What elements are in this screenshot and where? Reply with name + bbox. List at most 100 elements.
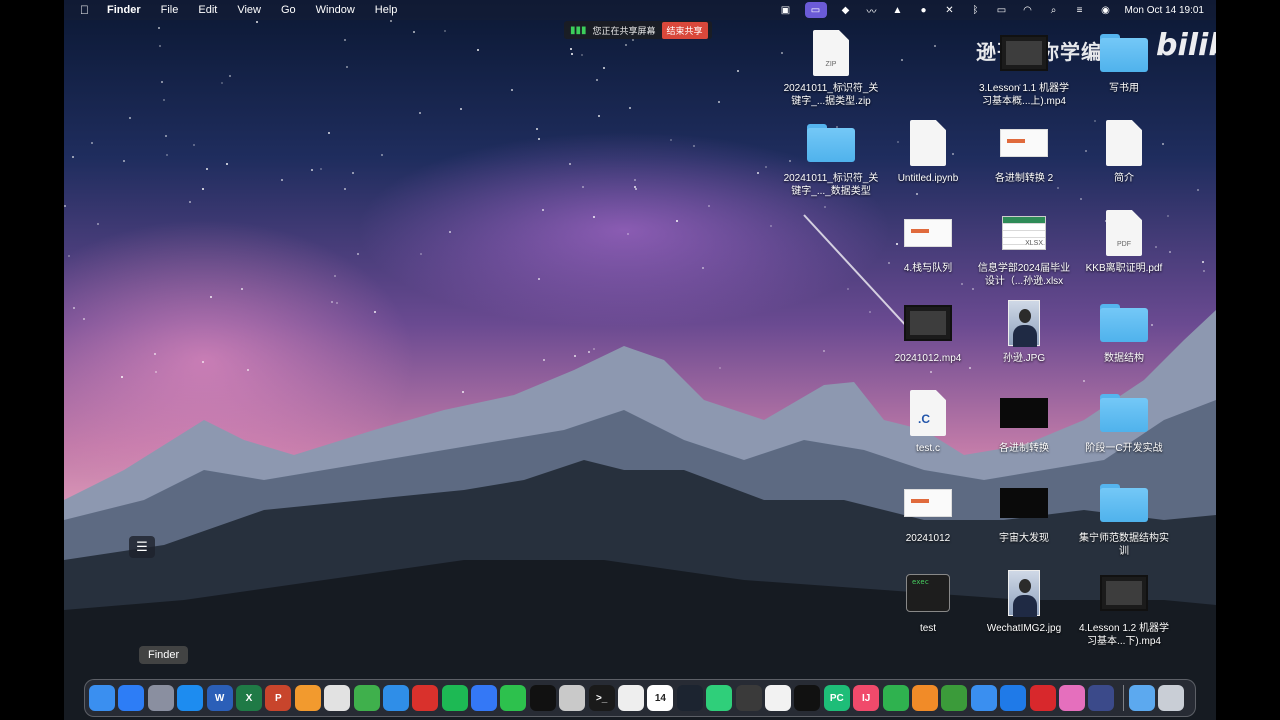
pages-icon[interactable] (294, 685, 321, 711)
evernote-icon[interactable] (735, 685, 762, 711)
intellij-icon[interactable]: IJ (853, 685, 880, 711)
docker-icon[interactable] (1088, 685, 1115, 711)
app-store-icon[interactable] (118, 685, 145, 711)
calendar-icon[interactable]: 14 (647, 685, 674, 711)
feishu-icon[interactable] (471, 685, 498, 711)
menu-help[interactable]: Help (375, 4, 398, 16)
desktop-icon[interactable]: 孙逊.JPG (976, 298, 1072, 365)
wechat-icon[interactable] (500, 685, 527, 711)
desktop-icon[interactable]: ZIP 20241011_标识符_关键字_...据类型.zip (783, 28, 879, 108)
desktop-icon-label: 3.Lesson 1.1 机器学习基本概...上).mp4 (978, 83, 1070, 107)
desktop-icon[interactable]: 集宁师范数据结构实训 (1076, 478, 1172, 558)
video-file-icon (1100, 575, 1148, 611)
desktop-icon[interactable]: 20241011_标识符_关键字_..._数据类型 (783, 118, 879, 198)
screen-time-icon[interactable] (676, 685, 703, 711)
icon-thumbnail (898, 118, 958, 168)
desktop-icon[interactable]: 20241012 (880, 478, 976, 545)
desktop-icon[interactable]: 数据结构 (1076, 298, 1172, 365)
acrobat-icon[interactable] (1029, 685, 1056, 711)
excel-icon[interactable]: X (235, 685, 262, 711)
wave-icon[interactable]: 〰 (865, 4, 879, 18)
desktop-icon[interactable]: 4.栈与队列 (880, 208, 976, 275)
capcut-menu-icon[interactable]: ▲ (891, 4, 905, 16)
anaconda-icon[interactable] (941, 685, 968, 711)
screen-sharing-banner: ▮▮▮ 您正在共享屏幕 结束共享 (564, 21, 712, 39)
battery-icon[interactable]: ▭ (995, 4, 1009, 16)
paperclip-icon[interactable] (764, 685, 791, 711)
siri-icon[interactable]: ◉ (1099, 4, 1113, 16)
menu-view[interactable]: View (237, 4, 261, 16)
netease-music-icon[interactable] (412, 685, 439, 711)
numbers-icon[interactable] (353, 685, 380, 711)
keynote-file-icon (904, 219, 952, 247)
spotify-icon[interactable] (441, 685, 468, 711)
utility-icon[interactable] (559, 685, 586, 711)
recording-icon[interactable] (882, 685, 909, 711)
desktop-icon-label: 信息学部2024届毕业设计（...孙逊.xlsx (977, 263, 1071, 287)
desktop-icon-label: 集宁师范数据结构实训 (1079, 533, 1169, 557)
terminal-icon[interactable]: >_ (588, 685, 615, 711)
desktop-icon[interactable]: XLSX 信息学部2024届毕业设计（...孙逊.xlsx (976, 208, 1072, 288)
menu-go[interactable]: Go (281, 4, 296, 16)
icon-thumbnail: exec (898, 568, 958, 618)
safari-icon[interactable] (177, 685, 204, 711)
folder-icon (807, 124, 855, 162)
icon-thumbnail (1094, 388, 1154, 438)
letterbox-right (1216, 0, 1280, 720)
keynote-icon[interactable] (382, 685, 409, 711)
cat-icon[interactable]: ◆ (839, 4, 853, 16)
icon-thumbnail (994, 478, 1054, 528)
downloads-icon[interactable] (1128, 685, 1155, 711)
mute-icon[interactable]: ✕ (943, 4, 957, 16)
control-center-icon[interactable]: ≡ (1073, 4, 1087, 16)
desktop-icon[interactable]: 各进制转换 2 (976, 118, 1072, 185)
capcut-icon[interactable] (794, 685, 821, 711)
spotlight-search-icon[interactable]: ⌕ (1047, 4, 1061, 16)
finder-icon[interactable] (89, 685, 115, 711)
xmind-icon[interactable] (706, 685, 733, 711)
trash-icon[interactable] (1158, 685, 1185, 711)
cleaner-icon[interactable] (1058, 685, 1085, 711)
desktop-icon[interactable]: 20241012.mp4 (880, 298, 976, 365)
desktop-icon-label: 写书用 (1109, 83, 1139, 94)
pycharm-icon[interactable]: PC (823, 685, 850, 711)
launchpad-icon[interactable] (147, 685, 174, 711)
desktop-icon[interactable]: 4.Lesson 1.2 机器学习基本...下).mp4 (1076, 568, 1172, 648)
dock-separator (1122, 685, 1124, 711)
menu-clock[interactable]: Mon Oct 14 19:01 (1125, 5, 1205, 16)
powerpoint-icon[interactable]: P (265, 685, 292, 711)
desktop-icon[interactable]: exec test (880, 568, 976, 635)
wifi-icon[interactable]: ◠ (1021, 4, 1035, 16)
notes-app-icon[interactable] (1000, 685, 1027, 711)
list-toggle-icon[interactable]: ☰ (129, 536, 155, 558)
desktop-icon[interactable]: PDF KKB离职证明.pdf (1076, 208, 1172, 275)
desktop-icon[interactable]: WechatIMG2.jpg (976, 568, 1072, 635)
menu-window[interactable]: Window (316, 4, 355, 16)
screen-share-icon[interactable]: ▭ (804, 2, 827, 18)
desktop-icon[interactable]: .C test.c (880, 388, 976, 455)
menu-edit[interactable]: Edit (198, 4, 217, 16)
c-file-icon: .C (910, 390, 946, 436)
desktop-icon[interactable]: 简介 (1076, 118, 1172, 185)
menu-file[interactable]: File (161, 4, 179, 16)
desktop-icon[interactable]: Untitled.ipynb (880, 118, 976, 185)
screen-record-icon[interactable]: ▣ (779, 4, 793, 16)
apple-menu-icon[interactable]:  (80, 3, 89, 17)
sublime-icon[interactable] (911, 685, 938, 711)
stop-sharing-button[interactable]: 结束共享 (661, 21, 708, 39)
menu-app-name[interactable]: Finder (107, 4, 141, 16)
notification-icon[interactable]: ● (917, 4, 931, 16)
desktop-icon[interactable]: 3.Lesson 1.1 机器学习基本概...上).mp4 (976, 28, 1072, 108)
dark-thumbnail-icon (1000, 488, 1048, 518)
swift-icon[interactable] (970, 685, 997, 711)
desktop-icon[interactable]: 阶段一C开发实战 (1076, 388, 1172, 455)
desktop-icon[interactable]: 宇宙大发现 (976, 478, 1072, 545)
qq-icon[interactable] (529, 685, 556, 711)
word-icon[interactable]: W (206, 685, 233, 711)
slide-stripe (1007, 139, 1025, 143)
desktop-icon[interactable]: 写书用 (1076, 28, 1172, 95)
bluetooth-icon[interactable]: ᛒ (969, 4, 983, 16)
preview-icon[interactable] (618, 685, 645, 711)
chrome-icon[interactable] (324, 685, 351, 711)
desktop-icon[interactable]: 各进制转换 (976, 388, 1072, 455)
